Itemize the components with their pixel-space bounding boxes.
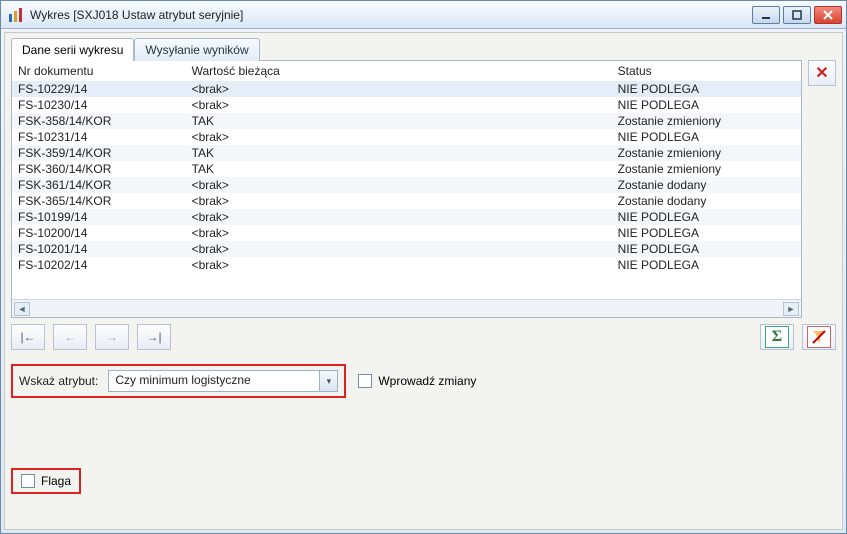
cell-status: NIE PODLEGA — [612, 225, 801, 241]
cell-doc: FS-10229/14 — [12, 81, 186, 97]
cell-doc: FSK-365/14/KOR — [12, 193, 186, 209]
table-row[interactable]: FSK-365/14/KOR<brak>Zostanie dodany — [12, 193, 801, 209]
scroll-right-icon[interactable]: ► — [783, 302, 799, 316]
nav-first-button[interactable]: |← — [11, 324, 45, 350]
horizontal-scrollbar[interactable]: ◄ ► — [12, 299, 801, 317]
table-row[interactable]: FSK-361/14/KOR<brak>Zostanie dodany — [12, 177, 801, 193]
tab-strip: Dane serii wykresu Wysyłanie wyników — [11, 38, 836, 61]
delete-icon: ✕ — [815, 63, 828, 83]
nav-prev-button[interactable]: ← — [53, 324, 87, 350]
client-area: Dane serii wykresu Wysyłanie wyników Nr … — [4, 32, 843, 530]
table-row[interactable]: FS-10231/14<brak>NIE PODLEGA — [12, 129, 801, 145]
minimize-button[interactable] — [752, 6, 780, 24]
cell-status: Zostanie dodany — [612, 193, 801, 209]
cell-doc: FSK-360/14/KOR — [12, 161, 186, 177]
flag-label: Flaga — [41, 474, 71, 488]
window-controls — [752, 6, 842, 24]
scroll-left-icon[interactable]: ◄ — [14, 302, 30, 316]
cell-doc: FSK-361/14/KOR — [12, 177, 186, 193]
filter-remove-button[interactable] — [802, 324, 836, 350]
cell-val: TAK — [186, 161, 612, 177]
cell-val: <brak> — [186, 177, 612, 193]
cell-val: <brak> — [186, 225, 612, 241]
col-doc[interactable]: Nr dokumentu — [12, 61, 186, 81]
col-status[interactable]: Status — [612, 61, 801, 81]
cell-doc: FS-10200/14 — [12, 225, 186, 241]
data-table: Nr dokumentu Wartość bieżąca Status FS-1… — [12, 61, 801, 273]
cell-doc: FS-10199/14 — [12, 209, 186, 225]
table-row[interactable]: FSK-360/14/KORTAKZostanie zmieniony — [12, 161, 801, 177]
window-title: Wykres [SXJ018 Ustaw atrybut seryjnie] — [30, 8, 752, 22]
cell-status: NIE PODLEGA — [612, 257, 801, 273]
cell-status: NIE PODLEGA — [612, 241, 801, 257]
titlebar: Wykres [SXJ018 Ustaw atrybut seryjnie] — [1, 1, 846, 29]
cell-val: <brak> — [186, 257, 612, 273]
apply-label: Wprowadź zmiany — [378, 374, 476, 388]
cell-doc: FSK-359/14/KOR — [12, 145, 186, 161]
side-toolbar: ✕ — [808, 60, 836, 318]
cell-status: NIE PODLEGA — [612, 129, 801, 145]
table-row[interactable]: FS-10202/14<brak>NIE PODLEGA — [12, 257, 801, 273]
window: Wykres [SXJ018 Ustaw atrybut seryjnie] D… — [0, 0, 847, 534]
funnel-icon — [807, 326, 831, 348]
table-row[interactable]: FS-10199/14<brak>NIE PODLEGA — [12, 209, 801, 225]
sum-button[interactable]: Σ — [760, 324, 794, 350]
cell-val: <brak> — [186, 193, 612, 209]
grid-frame: Nr dokumentu Wartość bieżąca Status FS-1… — [11, 60, 802, 318]
table-row[interactable]: FSK-359/14/KORTAKZostanie zmieniony — [12, 145, 801, 161]
cell-val: <brak> — [186, 241, 612, 257]
app-icon — [8, 7, 24, 23]
attribute-form: Wskaż atrybut: Czy minimum logistyczne ▾… — [11, 364, 836, 398]
flag-highlight: Flaga — [11, 468, 81, 494]
attribute-label: Wskaż atrybut: — [19, 374, 98, 388]
flag-row: Flaga — [11, 468, 836, 494]
tab-data[interactable]: Dane serii wykresu — [11, 38, 134, 61]
checkbox-box — [21, 474, 35, 488]
table-row[interactable]: FS-10200/14<brak>NIE PODLEGA — [12, 225, 801, 241]
header-row: Nr dokumentu Wartość bieżąca Status — [12, 61, 801, 81]
table-row[interactable]: FS-10201/14<brak>NIE PODLEGA — [12, 241, 801, 257]
table-row[interactable]: FS-10229/14<brak>NIE PODLEGA — [12, 81, 801, 97]
cell-val: TAK — [186, 145, 612, 161]
cell-status: NIE PODLEGA — [612, 97, 801, 113]
attribute-highlight: Wskaż atrybut: Czy minimum logistyczne ▾ — [11, 364, 346, 398]
cell-doc: FS-10230/14 — [12, 97, 186, 113]
close-button[interactable] — [814, 6, 842, 24]
cell-val: <brak> — [186, 209, 612, 225]
cell-val: TAK — [186, 113, 612, 129]
nav-last-button[interactable]: →| — [137, 324, 171, 350]
grid[interactable]: Nr dokumentu Wartość bieżąca Status FS-1… — [12, 61, 801, 299]
cell-val: <brak> — [186, 81, 612, 97]
cell-status: Zostanie zmieniony — [612, 161, 801, 177]
cell-doc: FS-10231/14 — [12, 129, 186, 145]
table-row[interactable]: FS-10230/14<brak>NIE PODLEGA — [12, 97, 801, 113]
col-val[interactable]: Wartość bieżąca — [186, 61, 612, 81]
cell-val: <brak> — [186, 97, 612, 113]
nav-toolbar: |← ← → →| Σ — [11, 324, 836, 350]
flag-checkbox[interactable]: Flaga — [21, 474, 71, 488]
grid-area: Nr dokumentu Wartość bieżąca Status FS-1… — [11, 60, 836, 318]
tab-send[interactable]: Wysyłanie wyników — [134, 38, 259, 61]
cell-val: <brak> — [186, 129, 612, 145]
cell-doc: FSK-358/14/KOR — [12, 113, 186, 129]
maximize-button[interactable] — [783, 6, 811, 24]
attribute-combo[interactable]: Czy minimum logistyczne ▾ — [108, 370, 338, 392]
apply-checkbox[interactable]: Wprowadź zmiany — [358, 374, 476, 388]
cell-status: Zostanie zmieniony — [612, 145, 801, 161]
cell-doc: FS-10202/14 — [12, 257, 186, 273]
cell-status: Zostanie dodany — [612, 177, 801, 193]
attribute-value: Czy minimum logistyczne — [109, 371, 319, 391]
checkbox-box — [358, 374, 372, 388]
chevron-down-icon[interactable]: ▾ — [319, 371, 337, 391]
table-row[interactable]: FSK-358/14/KORTAKZostanie zmieniony — [12, 113, 801, 129]
cell-status: Zostanie zmieniony — [612, 113, 801, 129]
delete-row-button[interactable]: ✕ — [808, 60, 836, 86]
sigma-icon: Σ — [765, 326, 789, 348]
cell-doc: FS-10201/14 — [12, 241, 186, 257]
cell-status: NIE PODLEGA — [612, 209, 801, 225]
nav-next-button[interactable]: → — [95, 324, 129, 350]
cell-status: NIE PODLEGA — [612, 81, 801, 97]
